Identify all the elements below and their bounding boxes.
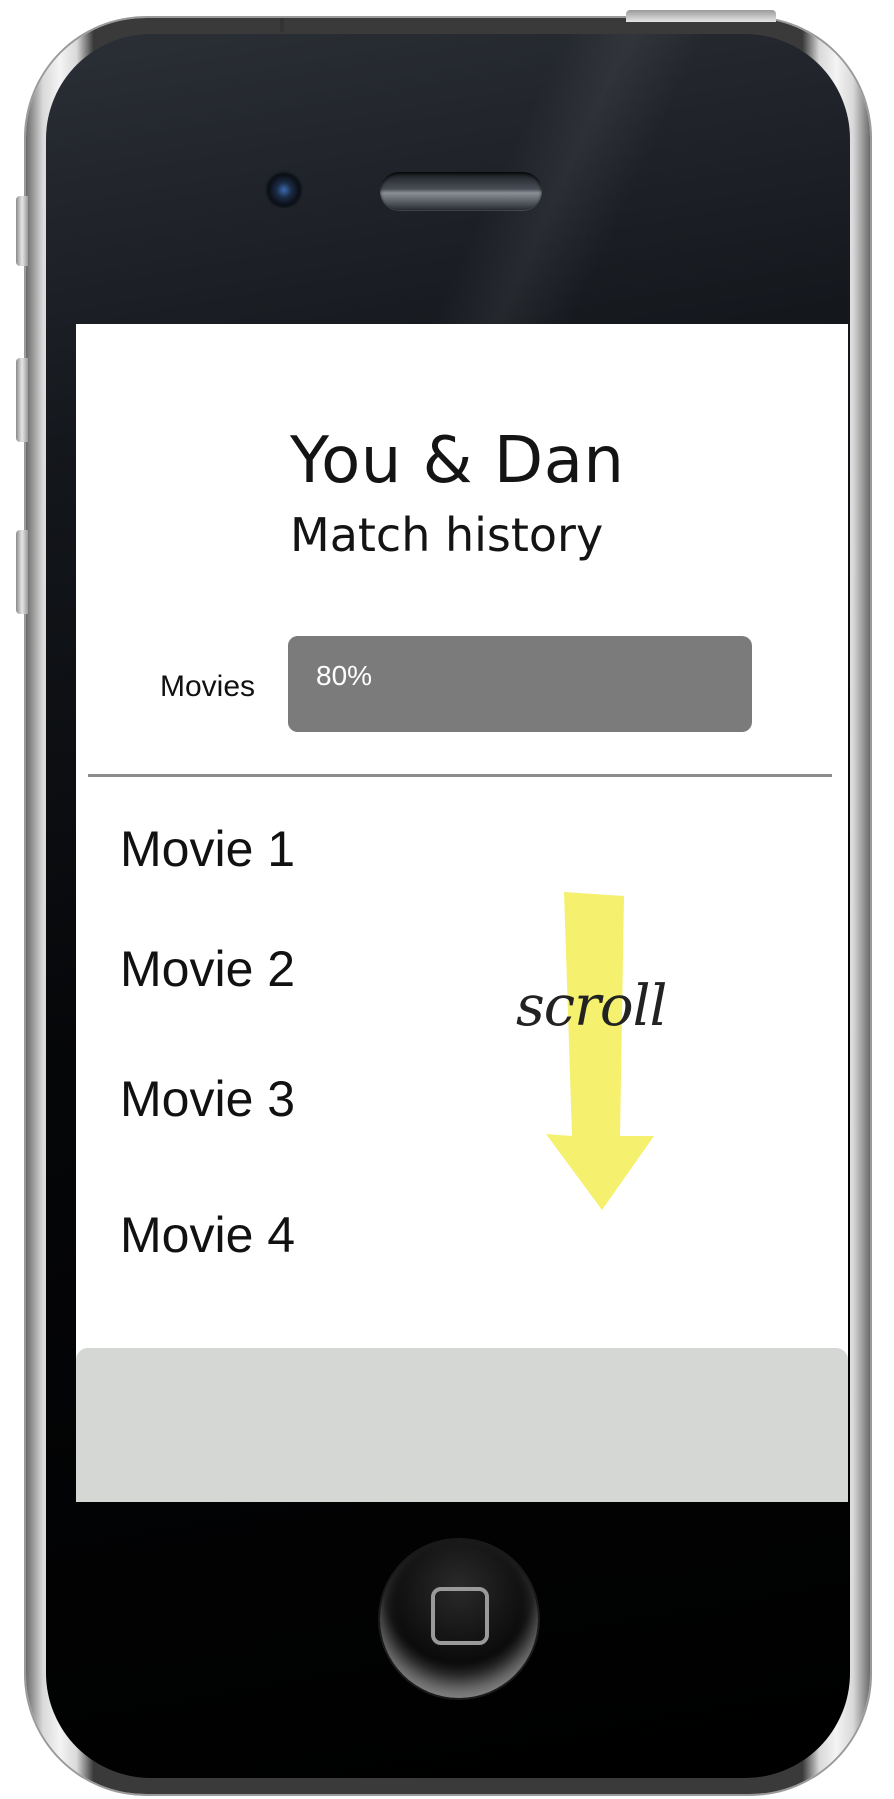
stage: You & Dan Match history Movies 80% Movie… [0, 0, 894, 1799]
mute-switch[interactable] [16, 196, 28, 266]
list-item[interactable]: Movie 4 [120, 1206, 295, 1264]
scroll-annotation: scroll [516, 974, 667, 1039]
list-item[interactable]: Movie 2 [120, 940, 295, 998]
match-percent-label: 80% [316, 660, 373, 691]
page-subtitle: Match history [290, 508, 604, 562]
volume-up-button[interactable] [16, 358, 28, 442]
match-progress-bar: 80% [288, 636, 752, 732]
arrow-down-icon [546, 892, 654, 1210]
list-item[interactable]: Movie 3 [120, 1070, 295, 1128]
list-item[interactable]: Movie 1 [120, 820, 295, 878]
page-title: You & Dan [290, 424, 625, 498]
power-button[interactable] [626, 10, 776, 22]
speaker-icon [380, 172, 542, 210]
home-square-icon [431, 1587, 489, 1645]
home-button-icon[interactable] [380, 1540, 538, 1698]
divider [88, 774, 832, 777]
app-screen: You & Dan Match history Movies 80% Movie… [76, 324, 848, 1502]
antenna-notch [280, 18, 284, 32]
match-category-label: Movies [160, 670, 256, 703]
camera-icon [266, 172, 302, 208]
bottom-bar [76, 1348, 848, 1502]
volume-down-button[interactable] [16, 530, 28, 614]
